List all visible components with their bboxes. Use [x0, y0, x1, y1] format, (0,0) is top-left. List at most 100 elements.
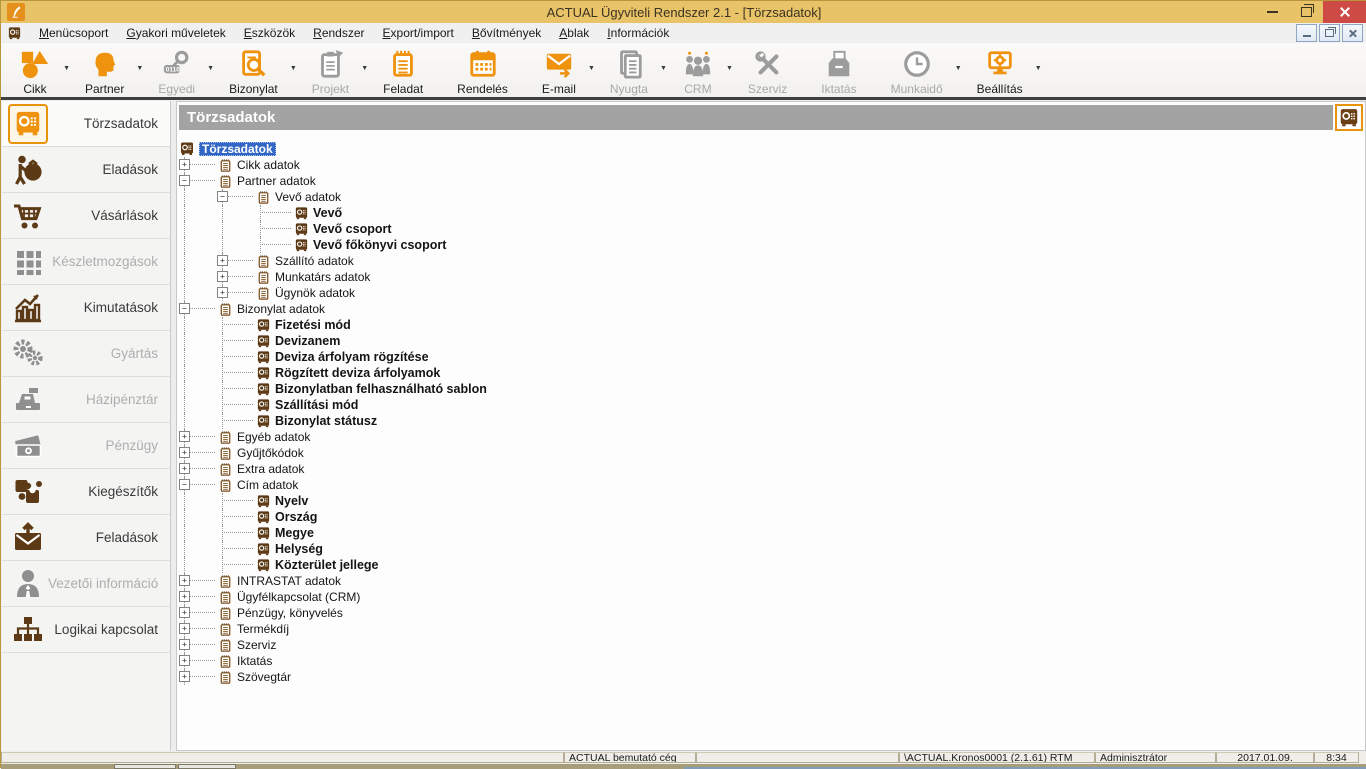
tree-node-label[interactable]: Ország	[275, 510, 317, 524]
tree-node-sz-ll-t-si-m-d[interactable]: Szállítási mód	[177, 397, 1363, 413]
expand-toggle-icon[interactable]: +	[179, 447, 190, 458]
toolbar-button-rendel-s[interactable]: Rendelés	[447, 43, 518, 96]
tree-node-sz-ll-t-adatok[interactable]: +Szállító adatok	[177, 253, 1363, 269]
expand-toggle-icon[interactable]: +	[179, 639, 190, 650]
sidebar-item-kieg-sz-t-k[interactable]: Kiegészítők	[2, 469, 170, 515]
tree-node-orsz-g[interactable]: Ország	[177, 509, 1363, 525]
tree-node-label[interactable]: Egyéb adatok	[237, 430, 310, 444]
tree-node-k-zter-let-jellege[interactable]: Közterület jellege	[177, 557, 1363, 573]
tree-node-bizonylatban-felhaszn-lhat-sablon[interactable]: Bizonylatban felhasználható sablon	[177, 381, 1363, 397]
tree-node-extra-adatok[interactable]: + Extra adatok	[177, 461, 1363, 477]
tree-node-c-m-adatok[interactable]: − Cím adatok	[177, 477, 1363, 493]
toolbar-button-egyedi[interactable]: 0110Egyedi▼	[148, 43, 205, 96]
tree-node-intrastat-adatok[interactable]: +INTRASTAT adatok	[177, 573, 1363, 589]
tree-node-label[interactable]: Szállító adatok	[275, 254, 354, 268]
tree-node-cikk-adatok[interactable]: +Cikk adatok	[177, 157, 1363, 173]
tree-node-bizonylat-adatok[interactable]: − Bizonylat adatok	[177, 301, 1363, 317]
tree-node-label[interactable]: Közterület jellege	[275, 558, 379, 572]
tree-node-sz-vegt-r[interactable]: + Szövegtár	[177, 669, 1363, 685]
mdi-minimize-button[interactable]	[1296, 24, 1317, 42]
tree-node-label[interactable]: Extra adatok	[237, 462, 304, 476]
tree-node-term-kd-j[interactable]: + Termékdíj	[177, 621, 1363, 637]
sidebar-item-v-s-rl-sok[interactable]: Vásárlások	[2, 193, 170, 239]
menu-item-gyakori-m-veletek[interactable]: Gyakori műveletek	[117, 23, 234, 43]
tree-node-r-gz-tett-deviza-rfolyamok[interactable]: Rögzített deviza árfolyamok	[177, 365, 1363, 381]
tree-node-vev-adatok[interactable]: −Vevő adatok	[177, 189, 1363, 205]
tree-node-bizonylat-st-tusz[interactable]: Bizonylat státusz	[177, 413, 1363, 429]
tree-node-label[interactable]: Bizonylat adatok	[237, 302, 325, 316]
close-button[interactable]	[1323, 1, 1366, 23]
tree-node-vev-csoport[interactable]: Vevő csoport	[177, 221, 1363, 237]
toolbar-button-crm[interactable]: CRM▼	[672, 43, 724, 96]
sidebar-item-k-szletmozg-sok[interactable]: Készletmozgások	[2, 239, 170, 285]
toolbar-button-szerviz[interactable]: Szerviz	[738, 43, 797, 96]
expand-toggle-icon[interactable]: +	[217, 271, 228, 282]
menu-item-inform-ci-k[interactable]: Információk	[598, 23, 678, 43]
chevron-down-icon[interactable]: ▼	[660, 65, 667, 72]
toolbar-button-cikk[interactable]: Cikk▼	[9, 43, 61, 96]
tree-node-munkat-rs-adatok[interactable]: + Munkatárs adatok	[177, 269, 1363, 285]
tree-node-label[interactable]: Szállítási mód	[275, 398, 358, 412]
menu-item-ablak[interactable]: Ablak	[550, 23, 598, 43]
sidebar-item-gy-rt-s[interactable]: Gyártás	[2, 331, 170, 377]
tree-node-label[interactable]: Fizetési mód	[275, 318, 351, 332]
tree-node-vev[interactable]: Vevő	[177, 205, 1363, 221]
tree-node-label[interactable]: Bizonylat státusz	[275, 414, 377, 428]
tree-node-label[interactable]: Munkatárs adatok	[275, 270, 370, 284]
toolbar-button-nyugta[interactable]: Nyugta▼	[600, 43, 658, 96]
mdi-restore-button[interactable]	[1319, 24, 1340, 42]
menu-item-eszk-z-k[interactable]: Eszközök	[235, 23, 304, 43]
tree-node-label[interactable]: Pénzügy, könyvelés	[237, 606, 343, 620]
restore-button[interactable]	[1289, 1, 1323, 23]
tree-node-label[interactable]: Iktatás	[237, 654, 272, 668]
chevron-down-icon[interactable]: ▼	[588, 65, 595, 72]
tree-node-gyf-lkapcsolat-crm[interactable]: +Ügyfélkapcsolat (CRM)	[177, 589, 1363, 605]
sidebar-item-p-nz-gy[interactable]: Pénzügy	[2, 423, 170, 469]
expand-toggle-icon[interactable]: +	[179, 463, 190, 474]
tree-node-label[interactable]: INTRASTAT adatok	[237, 574, 341, 588]
tree-node-label[interactable]: Devizanem	[275, 334, 340, 348]
tree-node-label[interactable]: Vevő főkönyvi csoport	[313, 238, 446, 252]
toolbar-button-feladat[interactable]: Feladat	[373, 43, 433, 96]
tree-node-label[interactable]: Cím adatok	[237, 478, 298, 492]
tree-node-label[interactable]: Deviza árfolyam rögzítése	[275, 350, 429, 364]
chevron-down-icon[interactable]: ▼	[207, 65, 214, 72]
tree-node-label[interactable]: Vevő adatok	[275, 190, 341, 204]
minimize-button[interactable]	[1255, 1, 1289, 23]
toolbar-button-e-mail[interactable]: E-mail▼	[532, 43, 586, 96]
tree-node-deviza-rfolyam-r-gz-t-se[interactable]: Deviza árfolyam rögzítése	[177, 349, 1363, 365]
expand-toggle-icon[interactable]: +	[179, 671, 190, 682]
collapse-toggle-icon[interactable]: −	[179, 479, 190, 490]
expand-toggle-icon[interactable]: +	[217, 287, 228, 298]
tree-node-label[interactable]: Helység	[275, 542, 323, 556]
chevron-down-icon[interactable]: ▼	[955, 65, 962, 72]
toolbar-button-be-ll-t-s[interactable]: Beállítás▼	[967, 43, 1033, 96]
mdi-close-button[interactable]	[1342, 24, 1363, 42]
menu-item-b-v-tm-nyek[interactable]: Bővítmények	[463, 23, 550, 43]
tree-node-label[interactable]: Ügyfélkapcsolat (CRM)	[237, 590, 360, 604]
sidebar-item-h-zip-nzt-r[interactable]: Házipénztár	[2, 377, 170, 423]
tree-node-iktat-s[interactable]: +Iktatás	[177, 653, 1363, 669]
tree-node-gyn-k-adatok[interactable]: + Ügynök adatok	[177, 285, 1363, 301]
tree-node-t-rzsadatok[interactable]: Törzsadatok	[177, 141, 1363, 157]
tree-node-label[interactable]: Bizonylatban felhasználható sablon	[275, 382, 487, 396]
expand-toggle-icon[interactable]: +	[179, 607, 190, 618]
sidebar-item-elad-sok[interactable]: Eladások	[2, 147, 170, 193]
tree-node-fizet-si-m-d[interactable]: Fizetési mód	[177, 317, 1363, 333]
tree-node-label[interactable]: Ügynök adatok	[275, 286, 355, 300]
tree-node-egy-b-adatok[interactable]: +Egyéb adatok	[177, 429, 1363, 445]
tree-node-szerviz[interactable]: +Szerviz	[177, 637, 1363, 653]
tree-node-label[interactable]: Megye	[275, 526, 314, 540]
tree-node-vev-f-k-nyvi-csoport[interactable]: Vevő főkönyvi csoport	[177, 237, 1363, 253]
collapse-toggle-icon[interactable]: −	[179, 303, 190, 314]
tree-node-label[interactable]: Termékdíj	[237, 622, 289, 636]
sidebar-item-vezet-i-inform-ci[interactable]: Vezetői információ	[2, 561, 170, 607]
tree-node-label[interactable]: Szövegtár	[237, 670, 291, 684]
menu-item-rendszer[interactable]: Rendszer	[304, 23, 373, 43]
toolbar-button-munkaid[interactable]: Munkaidő▼	[881, 43, 953, 96]
expand-toggle-icon[interactable]: +	[179, 623, 190, 634]
toolbar-button-partner[interactable]: Partner▼	[75, 43, 134, 96]
sidebar-item-kimutat-sok[interactable]: Kimutatások	[2, 285, 170, 331]
menu-item-men-csoport[interactable]: Menücsoport	[30, 23, 117, 43]
chevron-down-icon[interactable]: ▼	[290, 65, 297, 72]
